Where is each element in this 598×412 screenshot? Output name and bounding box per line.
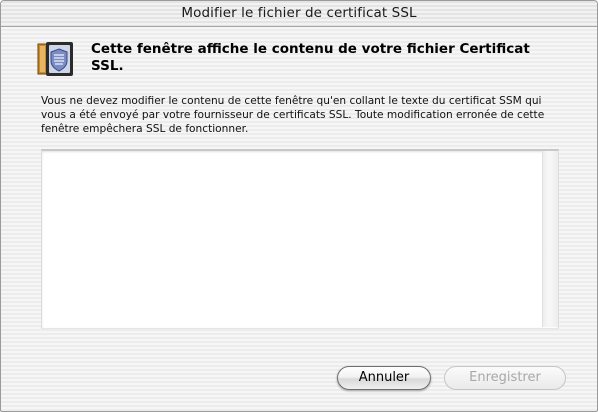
cancel-button[interactable]: Annuler	[337, 366, 431, 390]
window-title: Modifier le fichier de certificat SSL	[181, 5, 417, 21]
dialog-heading: Cette fenêtre affiche le contenu de votr…	[91, 41, 530, 74]
certificate-document-icon	[37, 41, 75, 77]
certificate-text-area[interactable]	[41, 149, 559, 329]
save-button[interactable]: Enregistrer	[444, 366, 566, 390]
certificate-dialog: Modifier le fichier de certificat SSL Ce…	[0, 0, 598, 412]
title-bar[interactable]: Modifier le fichier de certificat SSL	[1, 1, 597, 27]
dialog-description: Vous ne devez modifier le contenu de cet…	[41, 95, 545, 135]
scrollbar-track[interactable]	[542, 151, 558, 327]
